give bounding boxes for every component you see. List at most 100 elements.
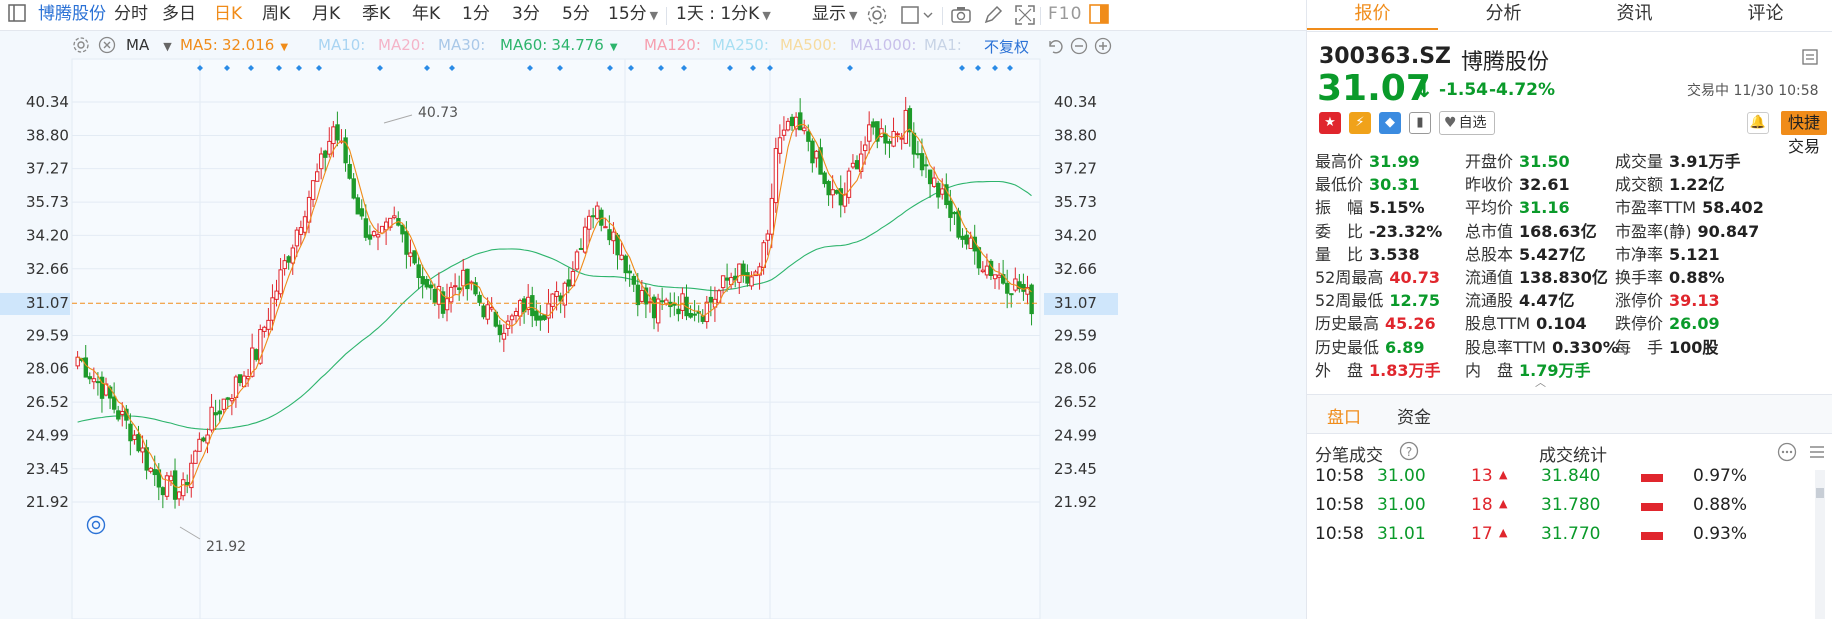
period-tab-monthly[interactable]: 月K — [312, 0, 340, 30]
tab-comments[interactable]: 评论 — [1700, 0, 1831, 30]
period-tab-3min[interactable]: 3分 — [512, 0, 540, 30]
stat-item: 最高价 31.99 — [1315, 148, 1420, 172]
sidebar-toggle-icon[interactable] — [6, 2, 28, 32]
stat-label: 市净率 — [1615, 244, 1664, 264]
fullscreen-icon[interactable] — [1014, 4, 1036, 34]
candle-body — [282, 260, 287, 270]
ma30-legend[interactable]: MA30: — [438, 36, 485, 54]
scrollbar-thumb[interactable] — [1816, 488, 1824, 498]
menu-icon[interactable] — [1801, 48, 1819, 70]
candle-body — [530, 295, 535, 317]
more-icon[interactable] — [1777, 442, 1797, 466]
period-tab-daily[interactable]: 日K — [214, 0, 242, 30]
stat-price: 31.780 — [1541, 495, 1601, 515]
china-flag-icon[interactable]: ★ — [1319, 112, 1341, 134]
candle-body — [749, 276, 754, 287]
candle-body — [428, 284, 434, 289]
scrollbar[interactable] — [1815, 470, 1825, 619]
tab-quote[interactable]: 报价 — [1307, 0, 1438, 30]
zoom-in-icon[interactable] — [1094, 37, 1112, 59]
candle-body — [542, 314, 547, 320]
tick-time: 10:58 — [1315, 524, 1364, 544]
tick-price: 31.00 — [1377, 466, 1426, 486]
period-tab-quarterly[interactable]: 季K — [362, 0, 390, 30]
period-tab-weekly[interactable]: 周K — [262, 0, 290, 30]
stat-volume-bar — [1641, 532, 1663, 540]
panel-toggle-icon[interactable] — [1088, 3, 1110, 33]
candle-body — [651, 296, 657, 319]
candle-body — [485, 304, 490, 320]
candle-body — [164, 475, 170, 497]
interval-label: 1天 : 1分K — [676, 4, 760, 24]
quick-trade-button[interactable]: 快捷交易 — [1781, 111, 1827, 156]
undo-icon[interactable] — [1046, 37, 1064, 59]
ma1000-legend[interactable]: MA1000: — [850, 36, 916, 54]
y-tick-label-left: 32.66 — [26, 260, 69, 278]
zoom-out-icon[interactable] — [1070, 37, 1088, 59]
low-annotation: 21.92 — [206, 539, 246, 555]
close-ma-icon[interactable] — [98, 36, 116, 58]
ma250-legend[interactable]: MA250: — [712, 36, 769, 54]
chart-settings-icon[interactable] — [72, 36, 90, 58]
stock-name-label[interactable]: 博腾股份 — [38, 0, 106, 30]
bell-icon[interactable]: 🔔 — [1747, 112, 1769, 134]
chart-toolbar: 博腾股份 分时 多日 日K 周K 月K 季K 年K 1分 3分 5分 15分 ▼ … — [0, 0, 1306, 31]
add-watchlist-button[interactable]: ♥ 自选 — [1439, 111, 1495, 135]
period-tab-yearly[interactable]: 年K — [412, 0, 440, 30]
ma10-legend[interactable]: MA10: — [318, 36, 365, 54]
y-tick-label-left: 26.52 — [26, 393, 69, 411]
current-price: 31.07 — [1317, 68, 1431, 109]
toolbar-divider — [942, 7, 943, 25]
period-tab-15min[interactable]: 15分 ▼ — [608, 0, 658, 30]
list-view-icon[interactable] — [1807, 442, 1827, 466]
layout-select-icon[interactable] — [900, 4, 936, 34]
y-tick-label-left: 21.92 — [26, 493, 69, 511]
candle-body — [384, 221, 389, 231]
price-change-pct: -4.72% — [1489, 80, 1556, 100]
tab-capital-flow[interactable]: 资金 — [1397, 403, 1431, 428]
bookmark-icon[interactable]: ▮ — [1409, 112, 1431, 134]
candle-body — [509, 315, 515, 321]
stat-value: 5.427亿 — [1519, 244, 1586, 264]
ma20-legend[interactable]: MA20: — [378, 36, 425, 54]
stat-label: 历史最高 — [1315, 314, 1380, 334]
tab-news[interactable]: 资讯 — [1569, 0, 1700, 30]
ma60-legend[interactable]: MA60: 34.776 ▼ — [500, 36, 618, 54]
chevron-up-icon[interactable]: ︿ — [1535, 374, 1546, 390]
candle-body — [582, 226, 588, 253]
ma120-legend[interactable]: MA120: — [644, 36, 701, 54]
ma-selector[interactable]: MA ▼ — [126, 36, 172, 54]
stat-item: 市净率 5.121 — [1615, 241, 1720, 265]
ma5-legend[interactable]: MA5: 32.016 ▼ — [180, 36, 288, 54]
tag-icon[interactable]: ◆ — [1379, 112, 1401, 134]
candle-body — [315, 171, 320, 182]
interval-select[interactable]: 1天 : 1分K ▼ — [676, 0, 771, 30]
period-tab-multiday[interactable]: 多日 — [162, 0, 196, 30]
display-menu[interactable]: 显示 ▼ — [812, 0, 857, 30]
ma500-legend[interactable]: MA500: — [780, 36, 837, 54]
tab-analysis[interactable]: 分析 — [1438, 0, 1569, 30]
stat-item: 平均价 31.16 — [1465, 194, 1570, 218]
ma1-legend[interactable]: MA1: — [924, 36, 962, 54]
period-15min-label: 15分 — [608, 4, 647, 24]
tick-volume: 13 — [1471, 466, 1493, 486]
at-reminder-icon[interactable] — [86, 515, 106, 539]
stat-label: 52周最低 — [1315, 291, 1384, 311]
period-tab-1min[interactable]: 1分 — [462, 0, 490, 30]
stat-pct: 0.88% — [1693, 495, 1748, 515]
settings-gear-icon[interactable] — [866, 4, 888, 34]
period-tab-5min[interactable]: 5分 — [562, 0, 590, 30]
stock-code: 300363.SZ — [1319, 44, 1451, 69]
tab-order-book[interactable]: 盘口 — [1327, 403, 1361, 428]
kline-chart[interactable]: 40.34 38.80 37.27 35.73 34.20 32.66 29.59 28.06… — [0, 31, 1120, 619]
candle-body — [932, 177, 937, 187]
f10-button[interactable]: F10 — [1048, 0, 1082, 30]
adjust-mode-button[interactable]: 不复权 — [984, 36, 1029, 57]
stat-item: 市盈率(静) 90.847 — [1615, 218, 1759, 242]
lightning-icon[interactable]: ⚡ — [1349, 112, 1371, 134]
help-icon[interactable]: ? — [1399, 441, 1419, 465]
period-tab-intraday[interactable]: 分时 — [114, 0, 148, 30]
camera-icon[interactable] — [950, 4, 972, 34]
candle-body — [160, 487, 166, 496]
draw-pencil-icon[interactable] — [982, 4, 1004, 34]
